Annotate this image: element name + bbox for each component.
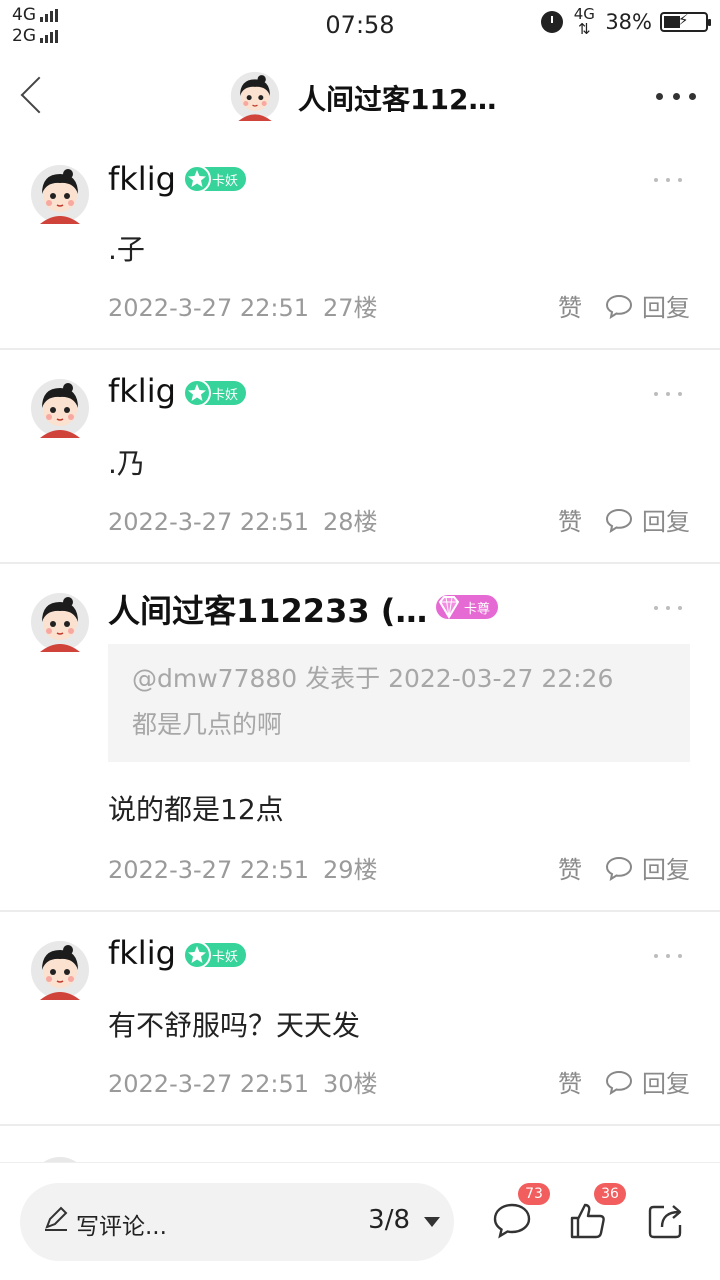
level-badge: 卡妖 [183, 165, 247, 193]
like-count-badge: 36 [594, 1183, 626, 1205]
star-badge-icon [183, 379, 211, 407]
battery-percent: 38% [605, 10, 652, 34]
page-indicator[interactable]: 3/8 [368, 1205, 410, 1235]
floor-number: 29楼 [323, 856, 378, 884]
comment-placeholder: 写评论... [76, 1214, 167, 1240]
post-content: 有不舒服吗？天天发 [108, 1009, 361, 1042]
quote-text: 都是几点的啊 [132, 710, 283, 739]
post-item: fklig 卡妖 .乃 2022-3-27 22:51 28楼 赞 回复 [0, 352, 720, 564]
level-badge: 卡妖 [183, 379, 247, 407]
like-button[interactable]: 赞 [558, 850, 582, 885]
post-content: .子 [108, 233, 145, 266]
post-more-icon[interactable] [654, 952, 682, 960]
quote-header: @dmw77880 发表于 2022-03-27 22:26 [132, 664, 614, 693]
page-title: 人间过客112… [298, 83, 497, 116]
post-meta: 2022-3-27 22:51 27楼 [108, 288, 378, 323]
back-arrow-icon[interactable] [14, 72, 54, 120]
username[interactable]: 人间过客112233 (… [108, 586, 427, 632]
pencil-icon [45, 1206, 68, 1231]
top-nav: 人间过客112… [0, 56, 720, 136]
network-label: 4G ⇅ [573, 5, 595, 38]
like-button[interactable]: 赞 [558, 1064, 582, 1099]
post-item: 人间过客112233 (… 卡尊 @dmw77880 发表于 2022-03-2… [0, 566, 720, 912]
battery-icon: ⚡ [660, 11, 711, 32]
diamond-badge-icon [438, 596, 460, 619]
reply-button[interactable]: 回复 [604, 850, 690, 885]
post-meta: 2022-3-27 22:51 28楼 [108, 502, 378, 537]
post-content: 说的都是12点 [108, 793, 284, 826]
post-more-icon[interactable] [654, 604, 682, 612]
star-badge-icon [183, 165, 211, 193]
quoted-reply[interactable]: @dmw77880 发表于 2022-03-27 22:26 都是几点的啊 [108, 644, 690, 762]
post-more-icon[interactable] [654, 176, 682, 184]
bottom-bar: 写评论... 3/8 73 36 [0, 1162, 720, 1280]
like-button[interactable]: 赞 [558, 288, 582, 323]
post-more-icon[interactable] [654, 390, 682, 398]
post-date: 2022-3-27 22:51 [108, 856, 309, 884]
status-icons: 4G ⇅ 38% ⚡ [541, 5, 711, 38]
like-button[interactable]: 36 [566, 1183, 626, 1243]
floor-number: 28楼 [323, 508, 378, 536]
comment-bubble-icon [605, 508, 633, 533]
star-badge-icon [183, 941, 211, 969]
share-icon [648, 1205, 682, 1239]
more-dots-icon[interactable] [656, 84, 696, 108]
username[interactable]: fklig [108, 934, 176, 972]
comment-bubble-icon [605, 856, 633, 881]
level-badge: 卡尊 [436, 595, 499, 619]
avatar[interactable] [30, 164, 90, 224]
reply-button[interactable]: 回复 [604, 288, 690, 323]
floor-number: 27楼 [323, 294, 378, 322]
thumbs-up-icon [570, 1203, 605, 1239]
alarm-icon [541, 11, 564, 33]
like-button[interactable]: 赞 [558, 502, 582, 537]
post-date: 2022-3-27 22:51 [108, 508, 309, 536]
post-meta: 2022-3-27 22:51 29楼 [108, 850, 378, 885]
avatar[interactable] [30, 378, 90, 438]
share-button[interactable] [644, 1199, 688, 1243]
avatar[interactable] [230, 71, 280, 121]
reply-button[interactable]: 回复 [604, 502, 690, 537]
comments-button[interactable]: 73 [490, 1183, 550, 1243]
post-item: fklig 卡妖 有不舒服吗？天天发 2022-3-27 22:51 30楼 赞 … [0, 914, 720, 1126]
comment-input[interactable]: 写评论... 3/8 [20, 1183, 454, 1261]
comment-count-badge: 73 [518, 1183, 550, 1205]
post-content: .乃 [108, 447, 145, 480]
chevron-down-icon[interactable] [424, 1217, 440, 1227]
post-date: 2022-3-27 22:51 [108, 1070, 309, 1098]
avatar[interactable] [30, 592, 90, 652]
reply-button[interactable]: 回复 [604, 1064, 690, 1099]
comment-bubble-icon [605, 294, 633, 319]
comment-bubble-icon [493, 1203, 531, 1239]
comment-bubble-icon [605, 1070, 633, 1095]
status-bar: 4G 2G 07:58 4G ⇅ 38% ⚡ [0, 0, 720, 52]
level-badge: 卡妖 [183, 941, 247, 969]
username[interactable]: fklig [108, 372, 176, 410]
post-date: 2022-3-27 22:51 [108, 294, 309, 322]
avatar[interactable] [30, 940, 90, 1000]
username[interactable]: fklig [108, 160, 176, 198]
post-meta: 2022-3-27 22:51 30楼 [108, 1064, 378, 1099]
floor-number: 30楼 [323, 1070, 378, 1098]
post-item: fklig 卡妖 .子 2022-3-27 22:51 27楼 赞 回复 [0, 140, 720, 350]
